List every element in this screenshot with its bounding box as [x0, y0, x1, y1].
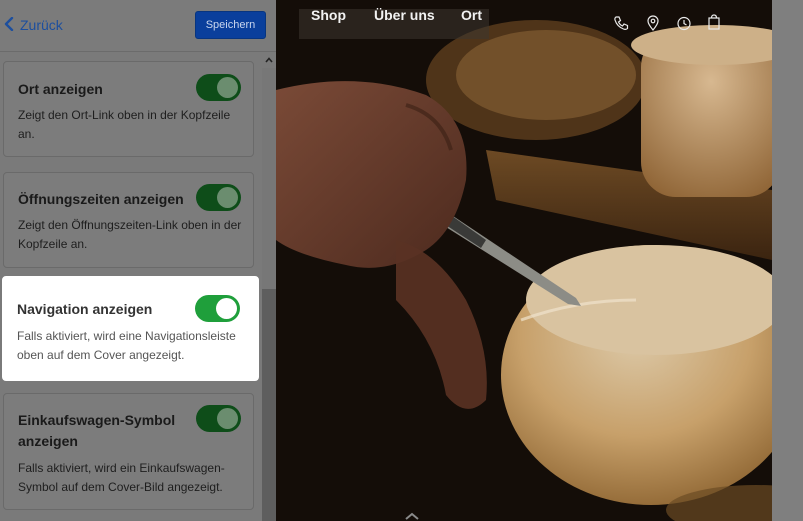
panel-header: Zurück Speichern: [0, 0, 276, 52]
setting-description: Zeigt den Öffnungszeiten-Link oben in de…: [18, 218, 242, 251]
cover-preview: [276, 0, 772, 521]
setting-card-show-cart-icon: Einkaufswagen-Symbol anzeigen Falls akti…: [3, 393, 254, 510]
toggle-knob: [217, 408, 238, 429]
back-button[interactable]: Zurück: [4, 15, 63, 35]
location-pin-icon[interactable]: [645, 15, 661, 31]
show-location-toggle[interactable]: [196, 74, 241, 101]
clock-icon[interactable]: [676, 15, 692, 31]
nav-item-about[interactable]: Über uns: [374, 7, 435, 23]
scroll-down-chevron-icon[interactable]: [404, 509, 420, 520]
toggle-knob: [216, 298, 237, 319]
setting-description: Falls aktiviert, wird ein Einkaufswagen-…: [18, 461, 225, 494]
setting-card-show-location: Ort anzeigen Zeigt den Ort-Link oben in …: [3, 61, 254, 157]
toggle-knob: [217, 77, 238, 98]
nav-item-shop[interactable]: Shop: [311, 7, 346, 23]
show-navigation-toggle[interactable]: [195, 295, 240, 322]
settings-panel: Zurück Speichern Ort anzeigen Zeigt den …: [0, 0, 276, 521]
chevron-left-icon: [4, 16, 14, 34]
back-label: Zurück: [20, 17, 63, 33]
shopping-bag-icon[interactable]: [706, 14, 722, 30]
nav-item-location[interactable]: Ort: [461, 7, 482, 23]
setting-title: Navigation anzeigen: [17, 301, 153, 317]
save-button[interactable]: Speichern: [195, 11, 266, 39]
scrollbar-thumb[interactable]: [262, 289, 276, 521]
show-opening-hours-toggle[interactable]: [196, 184, 241, 211]
setting-title: Einkaufswagen-Symbol anzeigen: [18, 412, 176, 449]
scroll-up-button[interactable]: [262, 53, 276, 67]
setting-card-show-opening-hours: Öffnungszeiten anzeigen Zeigt den Öffnun…: [3, 172, 254, 268]
setting-card-show-navigation: Navigation anzeigen Falls aktiviert, wir…: [2, 276, 259, 381]
show-cart-icon-toggle[interactable]: [196, 405, 241, 432]
phone-icon[interactable]: [613, 15, 629, 31]
cover-image: [276, 0, 772, 521]
preview-margin: [772, 0, 803, 521]
setting-description: Zeigt den Ort-Link oben in der Kopfzeile…: [18, 108, 231, 141]
chevron-up-icon: [265, 57, 273, 63]
setting-title: Öffnungszeiten anzeigen: [18, 191, 184, 207]
setting-description: Falls aktiviert, wird eine Navigationsle…: [17, 329, 236, 362]
setting-title: Ort anzeigen: [18, 81, 103, 97]
toggle-knob: [217, 187, 238, 208]
